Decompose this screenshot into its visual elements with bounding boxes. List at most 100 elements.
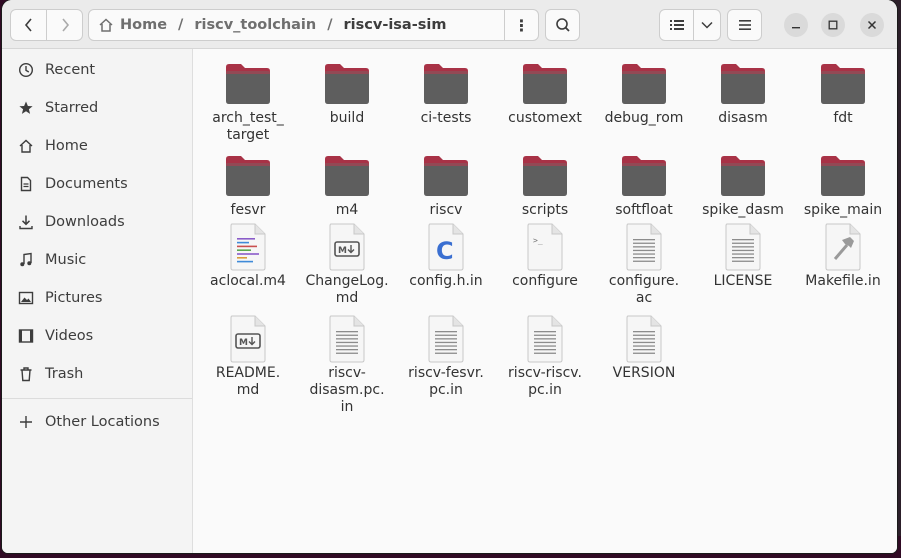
file-item[interactable]: LICENSE: [695, 221, 791, 290]
sidebar-item-videos[interactable]: Videos: [2, 317, 192, 355]
item-label: configure: [512, 273, 578, 289]
back-button[interactable]: [10, 9, 47, 41]
sidebar-item-label: Trash: [45, 366, 84, 382]
close-button[interactable]: [860, 13, 884, 37]
breadcrumb-home[interactable]: Home: [120, 17, 167, 33]
folder-item[interactable]: spike_main: [795, 147, 891, 219]
breadcrumb-separator: /: [178, 17, 184, 33]
file-item[interactable]: riscv-disasm.pc. in: [299, 313, 395, 416]
folder-icon: [620, 63, 668, 105]
list-view-button[interactable]: [659, 9, 694, 41]
sidebar-item-other-locations[interactable]: Other Locations: [2, 403, 192, 441]
chevron-left-icon: [24, 18, 32, 32]
folder-icon: [224, 155, 272, 197]
chevron-right-icon: [61, 18, 69, 32]
forward-button[interactable]: [46, 9, 83, 41]
trash-icon: [17, 365, 35, 383]
close-icon: [867, 20, 877, 30]
item-label: disasm: [718, 110, 768, 126]
file-manager-window: Home / riscv_toolchain / riscv-isa-sim ⋮: [2, 0, 897, 553]
file-item[interactable]: Makefile.in: [795, 221, 891, 290]
text-file-icon: [327, 315, 367, 363]
sidebar-item-downloads[interactable]: Downloads: [2, 203, 192, 241]
item-label: fdt: [833, 110, 853, 126]
folder-icon: [620, 155, 668, 197]
folder-icon: [719, 155, 767, 197]
item-label: softfloat: [615, 202, 673, 218]
code-file-icon: [228, 223, 268, 271]
sidebar-item-recent[interactable]: Recent: [2, 51, 192, 89]
search-button[interactable]: [545, 9, 580, 41]
item-label: spike_dasm: [702, 202, 784, 218]
sidebar-item-label: Recent: [45, 62, 96, 78]
folder-item[interactable]: softfloat: [596, 147, 692, 219]
markdown-file-icon: M: [327, 223, 367, 271]
text-file-icon: [426, 315, 466, 363]
file-item[interactable]: riscv-riscv. pc.in: [497, 313, 593, 399]
sidebar-item-home[interactable]: Home: [2, 127, 192, 165]
svg-text:C: C: [436, 237, 454, 265]
file-grid: arch_test_ target build ci-tests customex…: [194, 49, 897, 553]
folder-item[interactable]: m4: [299, 147, 395, 219]
folder-item[interactable]: spike_dasm: [695, 147, 791, 219]
c-source-icon: C: [426, 223, 466, 271]
sidebar-item-label: Downloads: [45, 214, 125, 230]
file-item[interactable]: M README. md: [200, 313, 296, 399]
sidebar-divider: [2, 398, 192, 399]
folder-item[interactable]: fesvr: [200, 147, 296, 219]
folder-item[interactable]: build: [299, 55, 395, 127]
minimize-button[interactable]: [784, 13, 808, 37]
folder-item[interactable]: arch_test_ target: [200, 55, 296, 144]
file-item[interactable]: riscv-fesvr. pc.in: [398, 313, 494, 399]
sidebar-item-label: Documents: [45, 176, 128, 192]
breadcrumb-current[interactable]: riscv-isa-sim: [344, 17, 447, 33]
item-label: debug_rom: [604, 110, 684, 126]
folder-item[interactable]: riscv: [398, 147, 494, 219]
item-label: scripts: [521, 202, 569, 218]
file-item[interactable]: configure. ac: [596, 221, 692, 307]
item-label: ci-tests: [420, 110, 472, 126]
makefile-hammer-icon: [823, 223, 863, 271]
file-item[interactable]: aclocal.m4: [200, 221, 296, 290]
breadcrumb: Home / riscv_toolchain / riscv-isa-sim ⋮: [88, 9, 539, 41]
sidebar-item-starred[interactable]: Starred: [2, 89, 192, 127]
folder-item[interactable]: disasm: [695, 55, 791, 127]
text-file-icon: [624, 315, 664, 363]
folder-icon: [422, 155, 470, 197]
plus-icon: [17, 413, 35, 431]
item-label: riscv-riscv. pc.in: [508, 365, 582, 398]
file-item[interactable]: >_ configure: [497, 221, 593, 290]
folder-icon: [323, 155, 371, 197]
item-label: customext: [508, 110, 582, 126]
item-label: config.h.in: [409, 273, 483, 289]
svg-text:M: M: [338, 246, 347, 256]
list-view-icon: [669, 20, 684, 30]
folder-icon: [323, 63, 371, 105]
maximize-button[interactable]: [821, 13, 845, 37]
view-options-dropdown[interactable]: [693, 9, 721, 41]
sidebar: Recent Starred Home Documents Downloads …: [2, 49, 193, 553]
folder-item[interactable]: debug_rom: [596, 55, 692, 127]
sidebar-item-documents[interactable]: Documents: [2, 165, 192, 203]
file-item[interactable]: C config.h.in: [398, 221, 494, 290]
search-icon: [555, 18, 570, 32]
video-icon: [17, 327, 35, 345]
file-item[interactable]: M ChangeLog. md: [299, 221, 395, 307]
sidebar-item-trash[interactable]: Trash: [2, 355, 192, 393]
chevron-down-icon: [701, 21, 713, 29]
folder-item[interactable]: customext: [497, 55, 593, 127]
sidebar-item-label: Pictures: [45, 290, 103, 306]
item-label: riscv: [429, 202, 463, 218]
text-file-icon: [624, 223, 664, 271]
breadcrumb-riscv-toolchain[interactable]: riscv_toolchain: [194, 17, 316, 33]
maximize-icon: [828, 20, 838, 30]
file-item[interactable]: VERSION: [596, 313, 692, 382]
sidebar-item-pictures[interactable]: Pictures: [2, 279, 192, 317]
path-menu-button[interactable]: ⋮: [504, 9, 538, 41]
folder-icon: [521, 63, 569, 105]
sidebar-item-music[interactable]: Music: [2, 241, 192, 279]
folder-item[interactable]: fdt: [795, 55, 891, 127]
folder-item[interactable]: ci-tests: [398, 55, 494, 127]
folder-item[interactable]: scripts: [497, 147, 593, 219]
main-menu-button[interactable]: [727, 9, 762, 41]
